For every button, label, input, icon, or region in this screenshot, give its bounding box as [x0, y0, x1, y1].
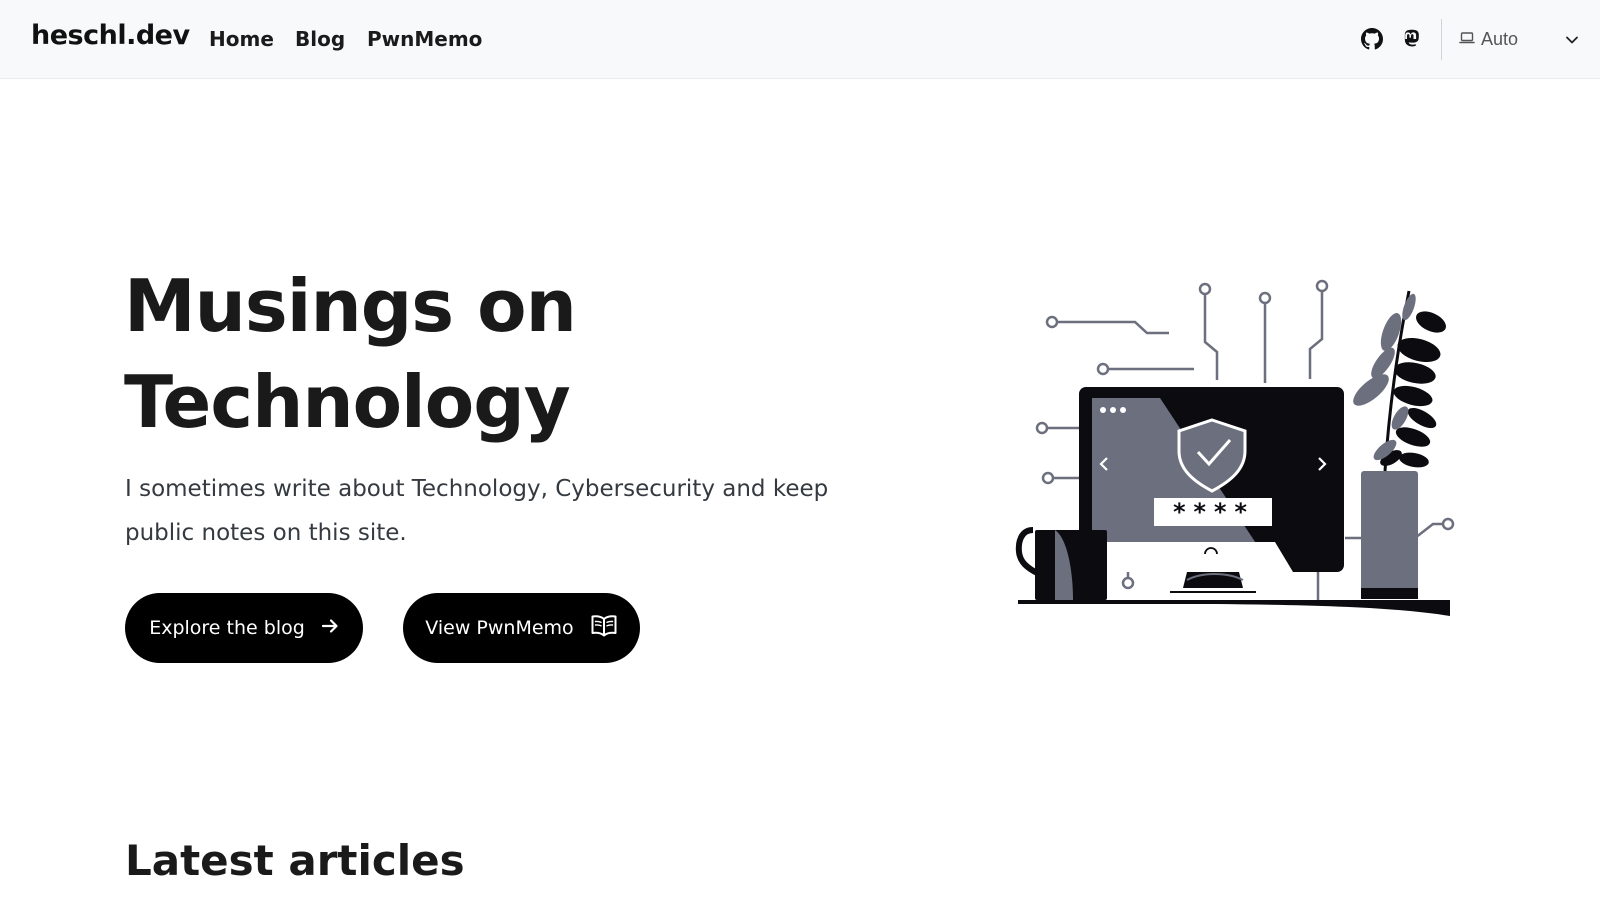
theme-label: Auto [1481, 28, 1519, 49]
laptop-icon [1459, 29, 1475, 50]
navbar: heschl.dev Home Blog PwnMemo Auto [0, 0, 1600, 79]
github-icon[interactable] [1360, 27, 1384, 51]
mug [1015, 527, 1107, 600]
monitor: **** [1079, 387, 1344, 593]
nav-link-home[interactable]: Home [209, 27, 274, 51]
shelf [1018, 600, 1450, 616]
latest-articles-heading: Latest articles [125, 836, 465, 885]
plant [1353, 290, 1446, 599]
view-pwnmemo-button[interactable]: View PwnMemo [403, 593, 640, 663]
password-mask: **** [1172, 498, 1254, 526]
security-illustration: **** [1015, 279, 1455, 616]
chevron-down-icon [1565, 29, 1579, 50]
brand-logo[interactable]: heschl.dev [31, 20, 190, 51]
nav-divider [1441, 19, 1442, 60]
view-pwnmemo-label: View PwnMemo [425, 617, 574, 639]
explore-blog-button[interactable]: Explore the blog [125, 593, 363, 663]
hero-description: I sometimes write about Technology, Cybe… [125, 476, 829, 546]
hero-title: Musings on Technology [124, 258, 764, 450]
explore-blog-label: Explore the blog [149, 617, 305, 639]
nav-link-pwnmemo[interactable]: PwnMemo [367, 27, 482, 51]
open-book-icon [590, 614, 618, 643]
theme-selector[interactable]: Auto [1459, 24, 1579, 54]
arrow-right-icon [321, 617, 339, 640]
nav-link-blog[interactable]: Blog [295, 27, 345, 51]
mastodon-icon[interactable] [1400, 27, 1424, 51]
hero-title-line2: Technology [124, 360, 571, 444]
hero-title-line1: Musings on [124, 264, 577, 348]
